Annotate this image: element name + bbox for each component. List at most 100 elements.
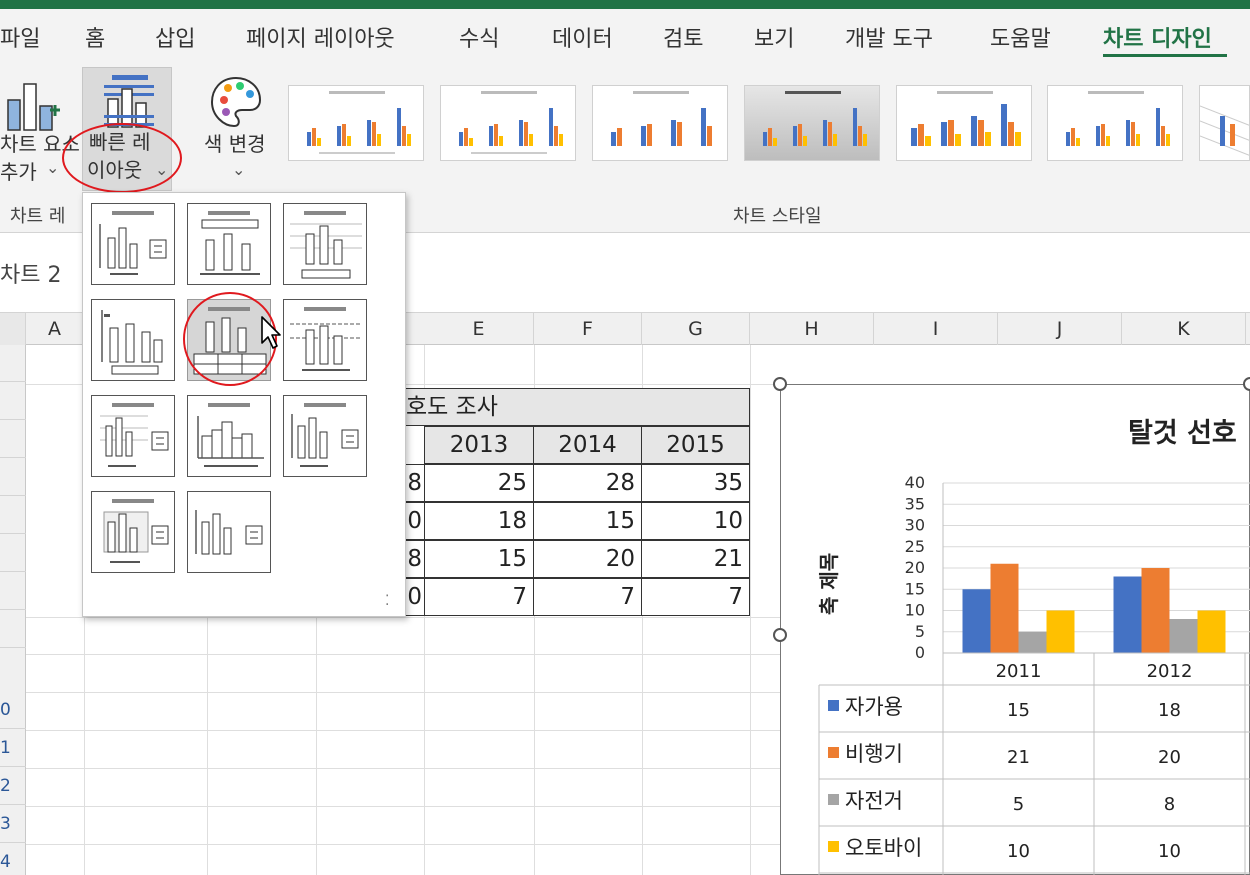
table-cell[interactable]: 25 xyxy=(424,464,534,502)
column-header-f[interactable]: F xyxy=(534,313,642,345)
layout-option-8[interactable] xyxy=(187,395,271,477)
tab-formulas[interactable]: 수식 xyxy=(459,21,499,53)
layout-option-11[interactable] xyxy=(187,491,271,573)
data-table-value: 18 xyxy=(1158,700,1181,721)
table-cell[interactable]: 0 xyxy=(405,502,425,540)
row-header[interactable]: 0 xyxy=(0,692,26,729)
table-header-cell[interactable]: 2013 xyxy=(424,426,534,464)
chevron-down-icon: ⌄ xyxy=(46,158,60,177)
table-header-cell[interactable]: 2015 xyxy=(641,426,750,464)
table-cell[interactable]: 8 xyxy=(405,540,425,578)
table-cell[interactable]: 15 xyxy=(424,540,534,578)
table-cell[interactable]: 35 xyxy=(641,464,750,502)
row-header[interactable] xyxy=(0,535,26,572)
table-cell[interactable]: 8 xyxy=(405,464,425,502)
table-cell[interactable]: 7 xyxy=(424,578,534,616)
chart-object[interactable]: 탈것 선호 축 제목 40 35 30 25 20 15 10 5 0 2011 2012 자가용 15… xyxy=(780,384,1250,875)
tab-developer[interactable]: 개발 도구 xyxy=(845,21,933,53)
chart-style-thumbnail-icon xyxy=(911,91,1021,146)
data-table-value: 10 xyxy=(1007,841,1030,862)
layout-option-3[interactable] xyxy=(283,203,367,285)
row-header[interactable] xyxy=(0,421,26,458)
data-table-value: 15 xyxy=(1007,700,1030,721)
column-header-h[interactable]: H xyxy=(750,313,874,345)
table-cell[interactable]: 7 xyxy=(533,578,642,616)
tab-page-layout[interactable]: 페이지 레이아웃 xyxy=(246,21,395,53)
table-header-cell[interactable]: 2014 xyxy=(533,426,642,464)
table-cell[interactable]: 21 xyxy=(641,540,750,578)
legend-entry: 오토바이 xyxy=(845,836,922,860)
column-header-g[interactable]: G xyxy=(642,313,750,345)
chevron-down-icon: ⌄ xyxy=(232,160,246,179)
row-header[interactable] xyxy=(0,345,26,382)
layout-thumbnail-icon xyxy=(290,211,362,279)
change-colors-button[interactable]: 색 변경 ⌄ xyxy=(196,70,276,190)
layout-thumbnail-icon xyxy=(99,211,167,275)
column-header-k[interactable]: K xyxy=(1122,313,1246,345)
chart-style-4[interactable] xyxy=(744,85,880,161)
layout-option-4[interactable] xyxy=(91,299,175,381)
row-header[interactable]: 1 xyxy=(0,730,26,767)
chart-style-7[interactable] xyxy=(1199,85,1250,161)
layout-option-6[interactable] xyxy=(283,299,367,381)
layout-thumbnail-icon xyxy=(200,211,260,275)
chart-style-1[interactable] xyxy=(288,85,424,161)
table-cell[interactable]: 0 xyxy=(405,578,425,616)
column-header-i[interactable]: I xyxy=(874,313,998,345)
table-cell[interactable]: 15 xyxy=(533,502,642,540)
layout-option-1[interactable] xyxy=(91,203,175,285)
tab-file[interactable]: 파일 xyxy=(0,21,40,53)
table-cell[interactable]: 18 xyxy=(424,502,534,540)
layout-thumbnail-icon xyxy=(101,310,163,375)
table-cell[interactable]: 20 xyxy=(533,540,642,578)
tab-insert[interactable]: 삽입 xyxy=(155,21,195,53)
column-header-j[interactable]: J xyxy=(998,313,1122,345)
table-cell[interactable]: 10 xyxy=(641,502,750,540)
select-all-corner[interactable] xyxy=(0,313,26,345)
tab-review[interactable]: 검토 xyxy=(663,21,703,53)
layout-option-7[interactable] xyxy=(91,395,175,477)
bar xyxy=(1141,568,1170,653)
layout-thumbnail-icon xyxy=(100,403,169,467)
tab-view[interactable]: 보기 xyxy=(754,21,794,53)
row-header[interactable] xyxy=(0,611,26,648)
chart-style-thumbnail-icon xyxy=(611,91,712,146)
tab-chart-design[interactable]: 차트 디자인 xyxy=(1103,21,1212,53)
layout-option-2[interactable] xyxy=(187,203,271,285)
tab-data[interactable]: 데이터 xyxy=(552,21,613,53)
tab-help[interactable]: 도움말 xyxy=(990,21,1051,53)
data-table-value: 8 xyxy=(1164,794,1175,815)
row-header[interactable] xyxy=(0,573,26,610)
data-table-value: 10 xyxy=(1158,841,1181,862)
resize-handle[interactable] xyxy=(1243,377,1250,391)
name-box[interactable]: 차트 2 xyxy=(0,257,61,289)
chart-style-2[interactable] xyxy=(440,85,576,161)
chart-style-thumbnail-icon xyxy=(307,91,411,154)
y-tick-label: 20 xyxy=(905,558,925,577)
chart-style-3[interactable] xyxy=(592,85,728,161)
legend-key xyxy=(828,747,839,758)
resize-handle[interactable] xyxy=(773,628,787,642)
tab-home[interactable]: 홈 xyxy=(85,21,105,53)
add-chart-element-icon xyxy=(7,83,60,131)
layout-option-9[interactable] xyxy=(283,395,367,477)
column-header-e[interactable]: E xyxy=(424,313,534,345)
table-cell[interactable]: 28 xyxy=(533,464,642,502)
bar xyxy=(1169,619,1198,653)
row-header[interactable]: 3 xyxy=(0,806,26,843)
bar xyxy=(1018,631,1047,653)
table-cell[interactable]: 7 xyxy=(641,578,750,616)
bar xyxy=(990,563,1019,653)
row-header[interactable]: 2 xyxy=(0,768,26,805)
resize-handle[interactable] xyxy=(773,377,787,391)
chart-style-6[interactable] xyxy=(1047,85,1183,161)
row-header[interactable] xyxy=(0,383,26,420)
chart-style-5[interactable] xyxy=(896,85,1032,161)
row-header[interactable]: 4 xyxy=(0,844,26,875)
column-header-a[interactable]: A xyxy=(26,313,84,345)
resize-grip-icon[interactable]: ⁚ xyxy=(385,593,389,609)
survey-table-title[interactable]: 호도 조사 xyxy=(405,388,750,426)
row-header[interactable] xyxy=(0,497,26,534)
layout-option-10[interactable] xyxy=(91,491,175,573)
row-header[interactable] xyxy=(0,459,26,496)
